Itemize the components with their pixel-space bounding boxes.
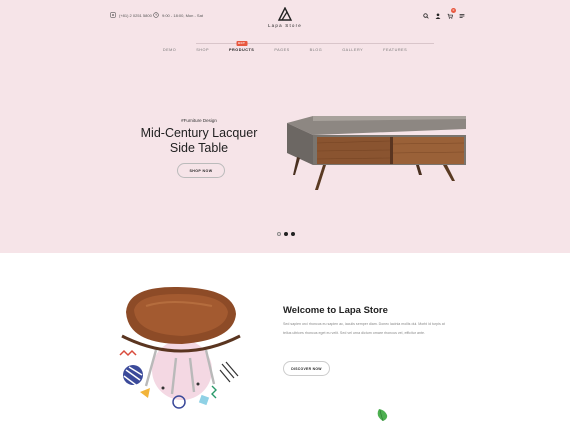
phone-icon — [110, 12, 116, 18]
welcome-description: Sed sapien orci rhoncus eu sapien ac, ia… — [283, 322, 445, 335]
cart-count-badge: 0 — [451, 8, 456, 13]
logo-text: Lapa Store — [267, 23, 303, 28]
shop-now-button[interactable]: SHOP NOW — [177, 163, 225, 178]
nav-label: GALLERY — [342, 48, 364, 52]
header-tools: 0 — [422, 8, 465, 19]
search-icon — [422, 12, 429, 19]
account-button[interactable] — [434, 12, 441, 19]
welcome-title: Welcome to Lapa Store — [283, 305, 388, 316]
hero-title-line-2: Side Table — [169, 141, 229, 155]
plant-leaf-image — [377, 409, 388, 421]
hero-title-line-1: Mid-Century Lacquer — [140, 126, 258, 140]
slider-dot[interactable] — [277, 232, 281, 236]
phone-contact[interactable]: (+81) 2 0251 5800 — [110, 12, 152, 18]
nav-label: PRODUCTS — [229, 48, 255, 52]
hours-text: 9:00 - 18:00, Mon - Sat — [162, 12, 203, 18]
hamburger-menu-icon — [459, 13, 464, 18]
nav-item-features[interactable]: FEATURES — [373, 48, 417, 52]
clock-icon — [153, 12, 159, 18]
search-button[interactable] — [422, 12, 429, 19]
nav-label: BLOG — [309, 48, 323, 52]
nav-label: FEATURES — [383, 48, 408, 52]
hot-badge: HOT — [236, 41, 248, 46]
menu-button[interactable] — [458, 12, 465, 19]
header-divider — [196, 43, 434, 44]
nav-label: DEMO — [162, 48, 177, 52]
phone-number: (+81) 2 0251 5800 — [119, 12, 152, 18]
top-bar: (+81) 2 0251 5800 9:00 - 18:00, Mon - Sa… — [0, 0, 570, 34]
nav-item-demo[interactable]: DEMO — [153, 48, 186, 52]
nav-item-pages[interactable]: PAGES — [264, 48, 299, 52]
main-nav: DEMO SHOP HOT PRODUCTS PAGES BLOG GALLER… — [0, 41, 570, 52]
slider-dot[interactable] — [284, 232, 288, 236]
nav-item-gallery[interactable]: GALLERY — [332, 48, 373, 52]
opening-hours: 9:00 - 18:00, Mon - Sat — [153, 12, 203, 18]
hero-eyebrow: #Furniture Design — [181, 118, 217, 123]
slider-dots — [277, 232, 295, 236]
nav-item-products[interactable]: HOT PRODUCTS — [219, 41, 264, 52]
slider-dot[interactable] — [291, 232, 295, 236]
discover-now-button[interactable]: DISCOVER NOW — [283, 361, 330, 376]
logo-mark-icon — [277, 7, 293, 21]
nav-item-blog[interactable]: BLOG — [300, 48, 333, 52]
cart-icon — [447, 13, 453, 19]
nav-label: SHOP — [196, 48, 210, 52]
nav-item-shop[interactable]: SHOP — [186, 48, 219, 52]
hero-title: Mid-Century Lacquer Side Table — [130, 126, 268, 156]
store-logo[interactable]: Lapa Store — [260, 7, 310, 28]
lounge-chair-image — [119, 286, 241, 409]
side-table-image — [287, 116, 466, 190]
user-icon — [435, 12, 440, 19]
cart-button[interactable]: 0 — [446, 8, 456, 19]
nav-label: PAGES — [274, 48, 290, 52]
